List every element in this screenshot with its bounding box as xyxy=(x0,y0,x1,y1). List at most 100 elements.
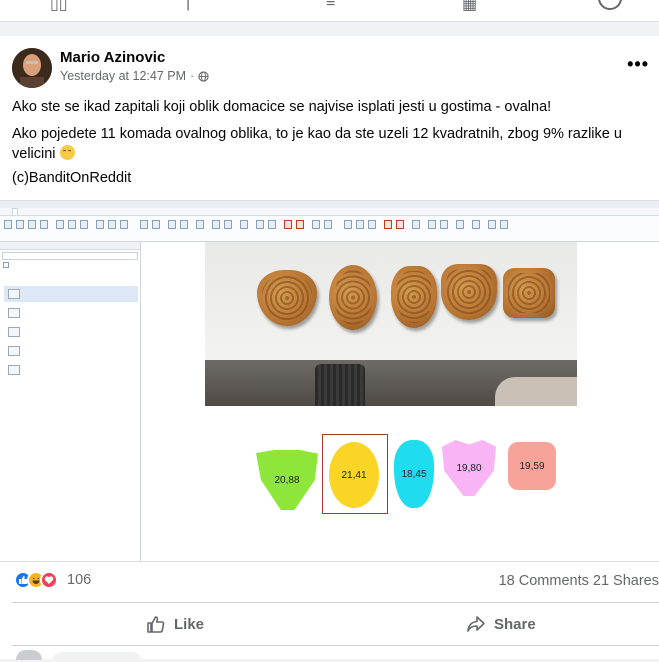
comments-count-link[interactable]: 18 Comments xyxy=(499,573,589,589)
toolbar-icon xyxy=(28,220,36,229)
post-text-line-2: Ako pojedete 11 komada ovalnog oblika, t… xyxy=(12,124,652,164)
toolbar-icon xyxy=(80,220,88,229)
biscuits-photo xyxy=(205,242,577,406)
shape-drop: 18,45 xyxy=(394,440,434,508)
post-text-line-1: Ako ste se ikad zapitali koji oblik doma… xyxy=(12,99,552,115)
love-icon xyxy=(40,571,58,589)
friends-icon[interactable]: ▯▯ xyxy=(50,0,68,14)
app-left-panel xyxy=(0,242,141,561)
profile-circle-icon[interactable] xyxy=(598,0,622,10)
like-button-label: Like xyxy=(174,615,205,633)
share-arrow-icon xyxy=(467,616,485,632)
toolbar-icon xyxy=(412,220,420,229)
toolbar-icon xyxy=(268,220,276,229)
ribbon-tabs xyxy=(0,208,659,216)
share-button-label: Share xyxy=(494,615,536,633)
toolbar-icon xyxy=(140,220,148,229)
shape-area-label: 20,88 xyxy=(274,474,300,486)
toolbar-icon xyxy=(344,220,352,229)
shape-triangle: 20,88 xyxy=(256,450,318,510)
toolbar-icon xyxy=(4,220,12,229)
thumbs-up-icon xyxy=(147,616,165,633)
globe-icon xyxy=(198,70,209,82)
biscuit xyxy=(329,265,377,330)
toolbar-icon xyxy=(56,220,64,229)
shape-heart: 19,80 xyxy=(442,440,496,496)
watch-icon[interactable]: | xyxy=(186,0,190,12)
toolbar-icon xyxy=(368,220,376,229)
engagement-counts: 18 Comments 21 Shares xyxy=(499,573,659,589)
toolbar-icon xyxy=(312,220,320,229)
toolbar-icon xyxy=(356,220,364,229)
toolbar-icon xyxy=(120,220,128,229)
filter-icon xyxy=(3,262,9,268)
biscuit xyxy=(503,268,555,318)
toolbar-icon xyxy=(296,220,304,229)
toolbar-icon xyxy=(224,220,232,229)
share-button[interactable]: Share xyxy=(466,614,536,634)
shares-count-link[interactable]: 21 Shares xyxy=(593,573,659,589)
reactions-summary[interactable]: 106 xyxy=(14,571,91,589)
biscuit xyxy=(441,264,497,320)
toolbar-icon xyxy=(256,220,264,229)
post-meta: Yesterday at 12:47 PM · xyxy=(60,69,209,83)
more-options-icon[interactable]: ••• xyxy=(627,54,649,75)
post-card: Mario Azinovic Yesterday at 12:47 PM · •… xyxy=(0,36,659,662)
toolbar-icon xyxy=(440,220,448,229)
app-titlebar xyxy=(0,201,659,208)
left-panel-item xyxy=(4,343,138,359)
avatar[interactable] xyxy=(12,48,52,88)
author-name[interactable]: Mario Azinovic xyxy=(60,49,165,66)
toolbar-icon xyxy=(488,220,496,229)
toolbar-icon xyxy=(500,220,508,229)
app-workspace: 20,88 21,41 18,45 19,80 19,59 xyxy=(146,242,659,561)
post-text-line-2-body: Ako pojedete 11 komada ovalnog oblika, t… xyxy=(12,126,622,162)
left-panel-item xyxy=(4,324,138,340)
reaction-count: 106 xyxy=(67,572,92,588)
shape-area-label: 19,80 xyxy=(456,462,482,474)
biscuit xyxy=(257,270,317,326)
toolbar-icon xyxy=(196,220,204,229)
ribbon-tab-active xyxy=(12,208,18,215)
left-panel-item xyxy=(4,305,138,321)
divider xyxy=(12,602,659,603)
shape-area-label: 18,45 xyxy=(401,468,427,480)
shape-area-label: 21,41 xyxy=(341,469,367,481)
toolbar-icon xyxy=(96,220,104,229)
toolbar-icon xyxy=(180,220,188,229)
left-panel-search xyxy=(2,252,138,260)
toolbar-icon xyxy=(16,220,24,229)
left-panel-item xyxy=(4,362,138,378)
toolbar-icon xyxy=(68,220,76,229)
ribbon-toolbar xyxy=(0,216,659,242)
toolbar-icon xyxy=(456,220,464,229)
post-image[interactable]: 20,88 21,41 18,45 19,80 19,59 xyxy=(0,200,659,562)
like-button[interactable]: Like xyxy=(146,614,204,634)
toolbar-icon xyxy=(472,220,480,229)
post-timestamp[interactable]: Yesterday at 12:47 PM xyxy=(60,69,186,83)
toolbar-icon xyxy=(284,220,292,229)
divider xyxy=(12,645,659,646)
biscuit xyxy=(391,266,437,328)
toolbar-icon xyxy=(152,220,160,229)
shape-square: 19,59 xyxy=(508,442,556,490)
toolbar-icon xyxy=(40,220,48,229)
shape-oval: 21,41 xyxy=(329,442,379,508)
toolbar-icon xyxy=(396,220,404,229)
toolbar-icon xyxy=(384,220,392,229)
groups-icon[interactable]: ▦ xyxy=(462,0,477,14)
toolbar-icon xyxy=(212,220,220,229)
toolbar-icon xyxy=(108,220,116,229)
post-text-line-3: (c)BanditOnReddit xyxy=(12,170,132,186)
left-panel-tabs xyxy=(0,242,140,250)
toolbar-icon xyxy=(324,220,332,229)
toolbar-icon xyxy=(240,220,248,229)
toolbar-icon xyxy=(428,220,436,229)
smirking-face-emoji-icon xyxy=(59,145,75,160)
avatar-photo xyxy=(12,48,52,88)
top-navigation-bar: ▯▯ | ≡ ▦ xyxy=(0,0,659,22)
left-panel-item xyxy=(4,286,138,302)
shape-measurements: 20,88 21,41 18,45 19,80 19,59 xyxy=(146,412,659,561)
menu-icon[interactable]: ≡ xyxy=(326,0,335,12)
comment-input-partial[interactable] xyxy=(52,652,142,662)
